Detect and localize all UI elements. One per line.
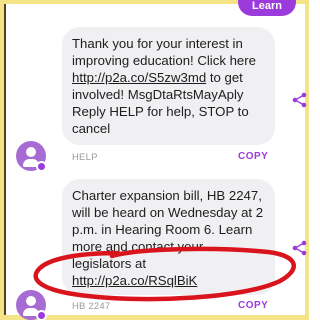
reply-label: HELP	[72, 152, 98, 163]
top-action-button[interactable]: Learn	[238, 0, 296, 16]
copy-button[interactable]: COPY	[238, 151, 268, 162]
avatar-icon	[16, 290, 47, 321]
message-link[interactable]: http://p2a.co/S5zw3md	[72, 70, 206, 85]
reply-label: HB 2247	[72, 301, 111, 312]
message-text: Charter expansion bill, HB 2247, will be…	[72, 188, 264, 288]
message-link[interactable]: http://p2a.co/RSqlBiK	[72, 273, 197, 288]
sim-badge-icon	[36, 310, 47, 321]
sim-badge-icon	[36, 161, 47, 172]
share-icon[interactable]	[292, 92, 308, 108]
frame-right	[305, 0, 309, 320]
share-icon[interactable]	[292, 240, 308, 256]
avatar-icon	[16, 141, 47, 172]
message-bubble[interactable]: Charter expansion bill, HB 2247, will be…	[62, 179, 275, 295]
message-bubble[interactable]: Thank you for your interest in improving…	[62, 27, 275, 145]
left-rule	[4, 4, 6, 315]
message-text: Thank you for your interest in improving…	[72, 36, 256, 136]
copy-button[interactable]: COPY	[238, 300, 268, 311]
